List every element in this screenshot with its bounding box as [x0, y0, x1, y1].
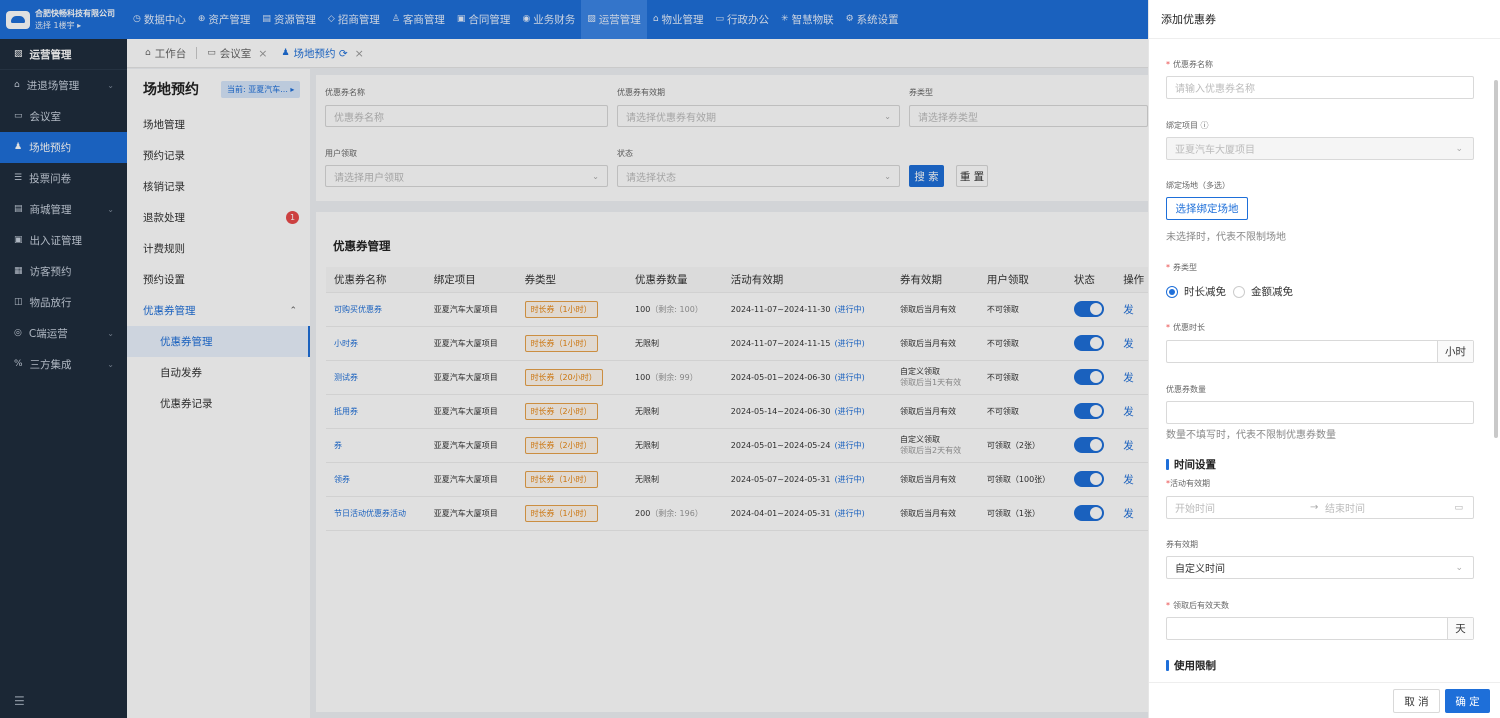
scrollbar[interactable] — [1494, 80, 1498, 438]
section-time-settings: 时间设置 — [1166, 457, 1216, 472]
calendar-icon: ▭ — [1454, 502, 1463, 513]
section-usage-limits: 使用限制 — [1166, 658, 1216, 673]
radio-amount-discount[interactable]: 金额减免 — [1233, 284, 1293, 299]
unit-suffix: 天 — [1447, 618, 1473, 639]
radio-checked-icon — [1166, 285, 1178, 298]
validity-type-select[interactable]: 自定义时间 ⌄ — [1166, 556, 1474, 579]
confirm-button[interactable]: 确 定 — [1445, 689, 1490, 713]
arrow-right-icon: → — [1310, 502, 1319, 513]
quantity-hint: 数量不填写时，代表不限制优惠券数量 — [1166, 430, 1336, 441]
field-label: * 优惠时长 — [1166, 323, 1205, 332]
field-label: 绑定场地（多选） — [1166, 181, 1230, 190]
add-coupon-drawer: 添加优惠券 * 优惠券名称 请输入优惠券名称 绑定项目 ⓘ 亚夏汽车大厦项目 ⌄ 绑… — [1148, 0, 1500, 718]
field-label: * 领取后有效天数 — [1166, 601, 1229, 610]
field-label: * 券类型 — [1166, 263, 1197, 272]
duration-input[interactable]: 小时 — [1166, 340, 1474, 363]
field-label: 优惠券数量 — [1166, 385, 1206, 394]
cancel-button[interactable]: 取 消 — [1393, 689, 1440, 713]
modal-overlay[interactable] — [0, 0, 1148, 718]
chevron-down-icon: ⌄ — [1455, 562, 1463, 573]
quantity-input[interactable] — [1166, 401, 1474, 424]
select-venue-button[interactable]: 选择绑定场地 — [1166, 197, 1248, 220]
field-label: 券有效期 — [1166, 540, 1198, 549]
field-label: 绑定项目 ⓘ — [1166, 121, 1209, 130]
coupon-name-field[interactable]: 请输入优惠券名称 — [1166, 76, 1474, 99]
drawer-body: * 优惠券名称 请输入优惠券名称 绑定项目 ⓘ 亚夏汽车大厦项目 ⌄ 绑定场地（多选… — [1149, 39, 1500, 682]
unit-suffix: 小时 — [1437, 341, 1473, 362]
field-label: * 优惠券名称 — [1166, 60, 1213, 69]
period-range-picker[interactable]: 开始时间 → 结束时间 ▭ — [1166, 496, 1474, 519]
field-label: *活动有效期 — [1166, 479, 1210, 488]
drawer-title: 添加优惠券 — [1149, 0, 1500, 39]
chevron-down-icon: ⌄ — [1455, 143, 1463, 154]
valid-days-input[interactable]: 天 — [1166, 617, 1474, 640]
radio-unchecked-icon — [1233, 285, 1245, 298]
venue-hint: 未选择时，代表不限制场地 — [1166, 232, 1286, 243]
drawer-footer: 取 消 确 定 — [1149, 682, 1500, 718]
radio-duration-discount[interactable]: 时长减免 — [1166, 284, 1226, 299]
project-select: 亚夏汽车大厦项目 ⌄ — [1166, 137, 1474, 160]
